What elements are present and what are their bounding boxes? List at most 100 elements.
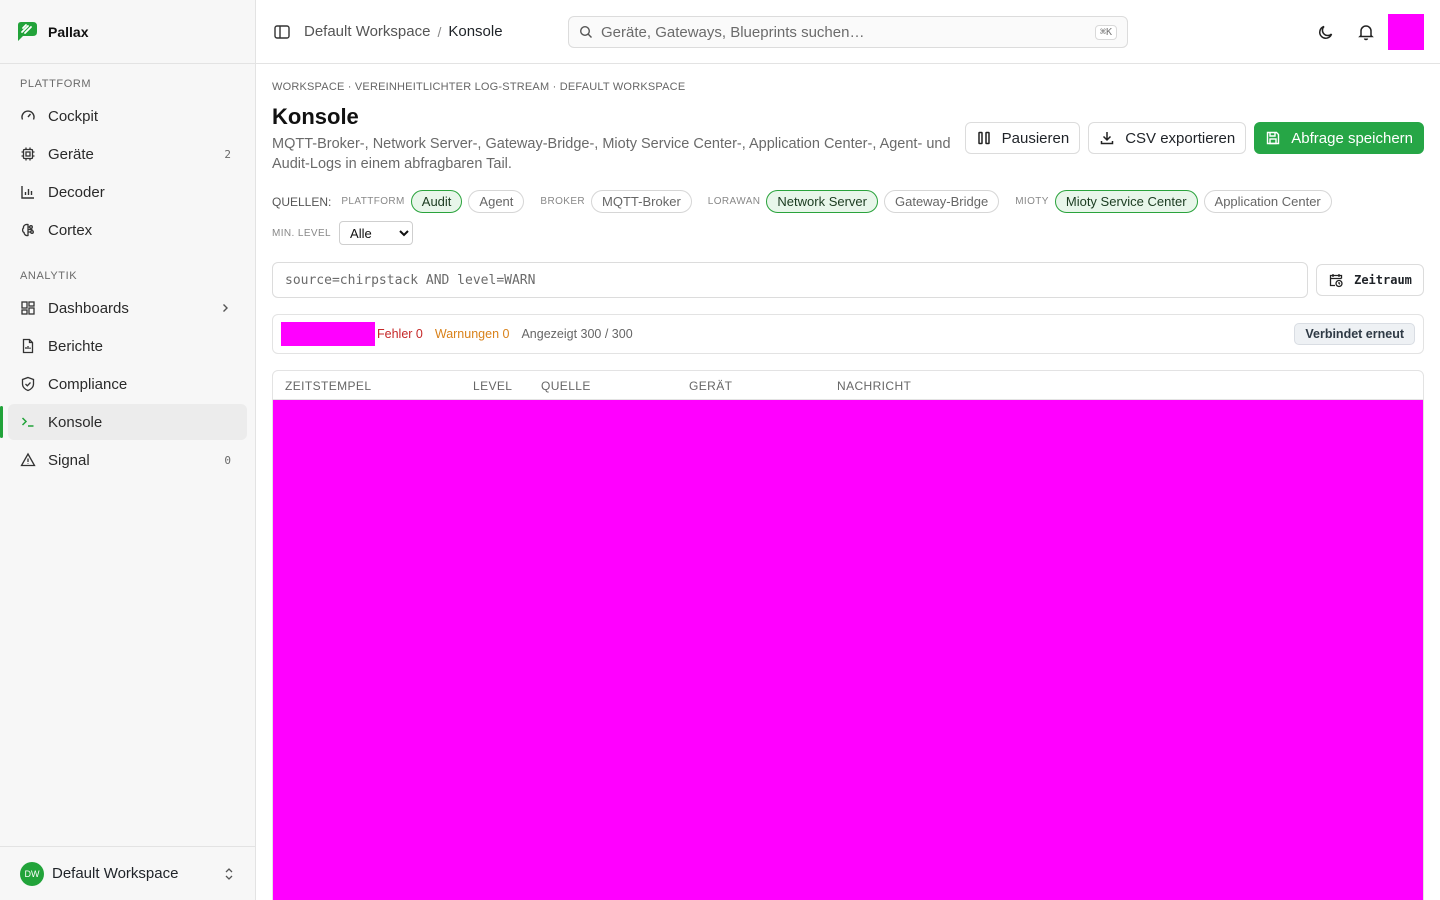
query-input[interactable] [272, 262, 1308, 298]
sidebar-item-label: Berichte [48, 337, 104, 355]
signal-count-badge: 0 [224, 453, 231, 467]
save-query-button[interactable]: Abfrage speichern [1254, 122, 1424, 154]
shield-icon [20, 376, 36, 392]
search-input[interactable] [601, 23, 1095, 41]
group-label-platform: PLATTFORM [341, 196, 405, 207]
redacted-status-block [281, 322, 375, 346]
column-header-source[interactable]: QUELLE [541, 379, 591, 393]
time-range-button[interactable]: Zeitraum [1316, 264, 1424, 296]
chip-audit[interactable]: Audit [410, 190, 463, 213]
bar-chart-icon [20, 184, 36, 200]
group-label-broker: BROKER [540, 196, 586, 207]
sidebar-item-cortex[interactable]: Cortex [8, 212, 247, 248]
gauge-icon [20, 108, 36, 124]
chip-network-server[interactable]: Network Server [766, 190, 878, 213]
time-range-label: Zeitraum [1354, 273, 1412, 287]
save-button-label: Abfrage speichern [1291, 129, 1413, 147]
min-level-label: MIN. LEVEL [272, 227, 332, 239]
pause-button-label: Pausieren [1001, 129, 1070, 147]
sidebar-item-compliance[interactable]: Compliance [8, 366, 247, 402]
column-header-level[interactable]: LEVEL [473, 379, 512, 393]
global-search[interactable]: ⌘K [568, 16, 1128, 48]
warning-count: Warnungen 0 [434, 327, 510, 341]
terminal-icon [20, 414, 36, 430]
sidebar-item-label: Cortex [48, 221, 93, 239]
page-actions: Pausieren CSV exportieren Abfrage speich… [964, 122, 1424, 154]
column-header-device[interactable]: GERÄT [689, 379, 732, 393]
page-title: Konsole [272, 104, 359, 129]
chip-gateway-bridge[interactable]: Gateway-Bridge [883, 190, 1000, 213]
workspace-name: Default Workspace [52, 865, 179, 882]
section-label-analytik: ANALYTIK [20, 270, 78, 282]
pause-button[interactable]: Pausieren [964, 122, 1081, 154]
brand[interactable]: Pallax [0, 0, 255, 64]
moon-icon[interactable] [1316, 22, 1336, 42]
nav-analytik: Dashboards Berichte Compliance Konsole S… [0, 290, 255, 478]
sidebar-item-label: Dashboards [48, 299, 129, 317]
sidebar-item-konsole[interactable]: Konsole [0, 404, 247, 440]
user-avatar[interactable] [1388, 14, 1424, 50]
log-table: ZEITSTEMPEL LEVEL QUELLE GERÄT NACHRICHT [272, 370, 1424, 900]
breadcrumb-current: Konsole [448, 23, 503, 40]
sidebar: Pallax PLATTFORM Cockpit Geräte 2 Decode… [0, 0, 256, 900]
chip-agent[interactable]: Agent [468, 190, 525, 213]
log-table-header: ZEITSTEMPEL LEVEL QUELLE GERÄT NACHRICHT [273, 371, 1423, 400]
sidebar-item-decoder[interactable]: Decoder [8, 174, 247, 210]
chip-application-center[interactable]: Application Center [1203, 190, 1332, 213]
sidebar-item-berichte[interactable]: Berichte [8, 328, 247, 364]
workspace-avatar: DW [20, 861, 44, 886]
shown-count: Angezeigt 300 / 300 [521, 327, 633, 341]
sources-label: QUELLEN: [272, 194, 332, 209]
chevron-up-down-icon [223, 867, 235, 881]
sidebar-item-signal[interactable]: Signal 0 [8, 442, 247, 478]
sidebar-item-label: Cockpit [48, 107, 99, 125]
connection-status-badge: Verbindet erneut [1294, 323, 1415, 345]
sidebar-item-dashboards[interactable]: Dashboards [8, 290, 247, 326]
pause-icon [977, 131, 990, 145]
download-icon [1100, 132, 1114, 145]
sidebar-toggle-icon[interactable] [272, 22, 292, 42]
export-csv-button[interactable]: CSV exportieren [1088, 122, 1247, 154]
export-button-label: CSV exportieren [1125, 129, 1236, 147]
group-label-mioty: MIOTY [1015, 196, 1049, 207]
calendar-clock-icon [1329, 274, 1343, 288]
pallax-logo-icon [18, 21, 37, 41]
breadcrumb-separator: / [437, 23, 442, 40]
page-description: MQTT-Broker-, Network Server-, Gateway-B… [272, 136, 951, 172]
sidebar-item-label: Konsole [48, 413, 103, 431]
sidebar-item-label: Geräte [48, 145, 94, 163]
chip-icon [20, 146, 36, 162]
save-icon [1267, 131, 1280, 145]
error-count: Fehler 0 [377, 327, 423, 341]
search-icon [579, 25, 592, 38]
column-header-message[interactable]: NACHRICHT [837, 379, 911, 393]
chip-mioty-service-center[interactable]: Mioty Service Center [1054, 190, 1198, 213]
log-rows-redacted[interactable] [273, 400, 1423, 900]
sidebar-item-label: Decoder [48, 183, 105, 201]
brain-icon [20, 222, 36, 238]
group-label-lorawan: LORAWAN [707, 196, 761, 207]
stream-status-bar: Fehler 0 Warnungen 0 Angezeigt 300 / 300… [272, 314, 1424, 354]
column-header-timestamp[interactable]: ZEITSTEMPEL [285, 379, 371, 393]
breadcrumb-workspace[interactable]: Default Workspace [304, 23, 430, 40]
page-eyebrow: WORKSPACE · VEREINHEITLICHTER LOG-STREAM… [272, 81, 686, 93]
sidebar-item-label: Compliance [48, 375, 128, 393]
file-icon [20, 338, 36, 354]
brand-name: Pallax [48, 23, 89, 40]
section-label-platform: PLATTFORM [20, 78, 92, 90]
bell-icon[interactable] [1356, 22, 1376, 42]
min-level-filter: MIN. LEVEL Alle [272, 221, 414, 245]
workspace-switcher[interactable]: DW Default Workspace [0, 846, 255, 900]
warning-icon [20, 452, 36, 468]
search-shortcut-hint: ⌘K [1094, 24, 1117, 40]
min-level-select[interactable]: Alle [339, 221, 414, 245]
grid-icon [20, 300, 36, 316]
sidebar-item-cockpit[interactable]: Cockpit [8, 98, 247, 134]
sidebar-item-label: Signal [48, 451, 90, 469]
chevron-right-icon[interactable] [219, 302, 231, 314]
sidebar-item-geraete[interactable]: Geräte 2 [8, 136, 247, 172]
device-count-badge: 2 [224, 147, 231, 161]
nav-platform: Cockpit Geräte 2 Decoder Cortex [0, 98, 255, 248]
breadcrumb: Default Workspace / Konsole [304, 23, 503, 40]
chip-mqtt-broker[interactable]: MQTT-Broker [591, 190, 692, 213]
